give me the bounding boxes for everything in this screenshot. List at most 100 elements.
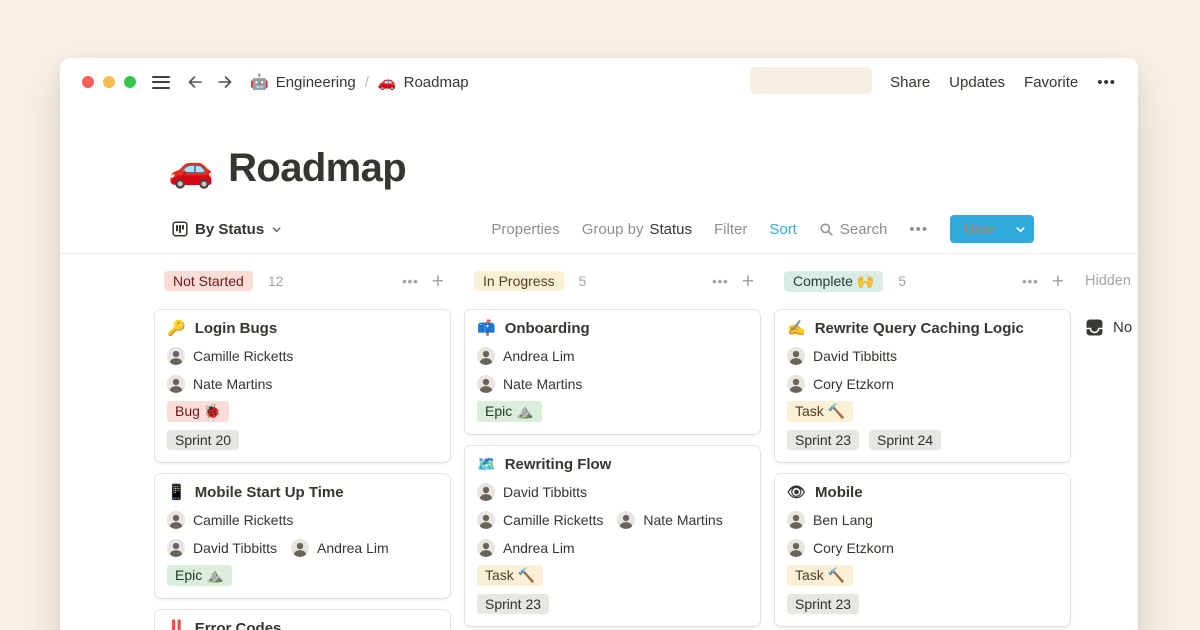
updates-button[interactable]: Updates [949,74,1005,91]
column-more-icon[interactable]: ••• [402,274,419,289]
column-status-pill[interactable]: Complete 🙌 [784,271,883,292]
column-header: Complete 🙌5•••+ [775,268,1070,294]
person-chip[interactable]: David Tibbitts [787,347,897,365]
person-chip[interactable]: Nate Martins [167,375,272,393]
person-chip[interactable]: Camille Ricketts [167,347,293,365]
person-chip[interactable]: David Tibbitts [477,483,587,501]
search-button[interactable]: Search [819,221,888,238]
person-row: Camille Ricketts Nate Martins [477,511,748,529]
new-button[interactable]: New [950,215,1007,243]
person-chip[interactable]: Camille Ricketts [477,511,603,529]
card[interactable]: 👁Mobile Ben Lang Cory Etzkorn Task 🔨 Sprint … [775,474,1070,626]
card[interactable]: 📫OnboardingAndrea LimNate MartinsEpic ⛰️ [465,310,760,434]
card-title: 👁Mobile [787,484,1058,501]
minimize-window-button[interactable] [103,76,115,88]
tag-row: Bug 🐞 [167,401,438,422]
page-title[interactable]: Roadmap [228,146,406,191]
person-chip[interactable]: Ben Lang [787,511,873,529]
properties-button[interactable]: Properties [491,221,559,238]
person-chip[interactable]: Camille Ricketts [167,511,293,529]
filter-button[interactable]: Filter [714,221,747,238]
column-add-icon[interactable]: + [742,271,754,292]
hidden-group-no-status[interactable]: No [1085,318,1132,337]
card[interactable]: ‼️Error Codes [155,610,450,630]
person-row: Cory Etzkorn [787,375,1058,393]
group-by-value: Status [649,221,692,238]
breadcrumb-engineering[interactable]: 🤖 Engineering [250,74,356,91]
group-by-button[interactable]: Group by Status [582,221,692,238]
zoom-window-button[interactable] [124,76,136,88]
tag-pill[interactable]: Sprint 23 [787,594,859,614]
person-chip[interactable]: Nate Martins [477,375,582,393]
tag-pill[interactable]: Bug 🐞 [167,401,229,422]
card-title-text: Onboarding [505,320,590,337]
more-options-icon[interactable]: ••• [1097,74,1116,91]
card-title: 📱 Mobile Start Up Time [167,484,438,501]
avatar [167,511,185,529]
column-add-icon[interactable]: + [432,271,444,292]
person-name: Andrea Lim [503,540,575,556]
avatar [787,347,805,365]
tag-row: Sprint 23 [477,594,748,614]
tag-pill[interactable]: Task 🔨 [787,401,853,422]
favorite-button[interactable]: Favorite [1024,74,1078,91]
avatar [167,347,185,365]
toolbar-more-icon[interactable]: ••• [909,221,928,238]
card-emoji-icon: ‼️ [167,621,186,630]
topbar-actions: Share Updates Favorite ••• [890,74,1116,91]
tag-pill[interactable]: Sprint 24 [869,430,941,450]
new-dropdown-button[interactable] [1007,215,1034,243]
column-actions: ••• + [712,271,754,292]
board-column: Complete 🙌5•••+✍️Rewrite Query Caching L… [775,268,1070,626]
person-chip[interactable]: Andrea Lim [477,539,575,557]
card[interactable]: 🗺️Rewriting FlowDavid TibbittsCamille Ri… [465,446,760,626]
chevron-down-icon [1015,224,1026,235]
card-title: ‼️Error Codes [167,620,438,630]
engineering-page-icon: 🤖 [250,75,269,90]
column-status-pill[interactable]: Not Started [164,271,253,291]
person-chip[interactable]: Cory Etzkorn [787,539,894,557]
person-chip[interactable]: David Tibbitts [167,539,277,557]
card-title-text: Login Bugs [195,320,278,337]
roadmap-page-icon: 🚗 [378,75,397,90]
tag-pill[interactable]: Epic ⛰️ [167,565,232,586]
sort-button[interactable]: Sort [769,221,797,238]
tag-pill[interactable]: Sprint 23 [477,594,549,614]
card-title-text: Mobile Start Up Time [195,484,344,501]
page-icon[interactable]: 🚗 [168,150,214,187]
person-chip[interactable]: Nate Martins [617,511,722,529]
avatar [477,539,495,557]
page-header: 🚗 Roadmap [60,144,1138,192]
column-status-pill[interactable]: In Progress [474,271,564,291]
hidden-columns-label[interactable]: Hidden [1085,268,1131,294]
person-chip[interactable]: Cory Etzkorn [787,375,894,393]
share-button[interactable]: Share [890,74,930,91]
column-more-icon[interactable]: ••• [712,274,729,289]
card-emoji-icon: 🔑 [167,321,186,336]
tag-pill[interactable]: Sprint 23 [787,430,859,450]
person-chip[interactable]: Andrea Lim [477,347,575,365]
card[interactable]: 📱 Mobile Start Up Time Camille Ricketts Dav… [155,474,450,598]
card-title-text: Rewriting Flow [505,456,612,473]
person-name: Camille Ricketts [193,348,293,364]
tag-pill[interactable]: Sprint 20 [167,430,239,450]
forward-arrow-icon[interactable] [214,71,236,93]
person-chip[interactable]: Andrea Lim [291,539,389,557]
card[interactable]: ✍️Rewrite Query Caching LogicDavid Tibbi… [775,310,1070,462]
person-name: David Tibbitts [503,484,587,500]
card[interactable]: 🔑 Login Bugs Camille Ricketts Nate Martins B… [155,310,450,462]
view-switcher-by-status[interactable]: By Status [172,221,282,238]
card-emoji-icon: 👁 [787,485,806,500]
card-emoji-icon: 📱 [167,485,186,500]
tag-pill[interactable]: Task 🔨 [477,565,543,586]
column-add-icon[interactable]: + [1052,271,1064,292]
tag-pill[interactable]: Epic ⛰️ [477,401,542,422]
back-arrow-icon[interactable] [184,71,206,93]
breadcrumb-roadmap[interactable]: 🚗 Roadmap [378,74,469,91]
column-more-icon[interactable]: ••• [1022,274,1039,289]
tag-row: Task 🔨 [787,565,1058,586]
tag-pill[interactable]: Task 🔨 [787,565,853,586]
column-header: In Progress5•••+ [465,268,760,294]
sidebar-menu-icon[interactable] [150,74,172,91]
close-window-button[interactable] [82,76,94,88]
